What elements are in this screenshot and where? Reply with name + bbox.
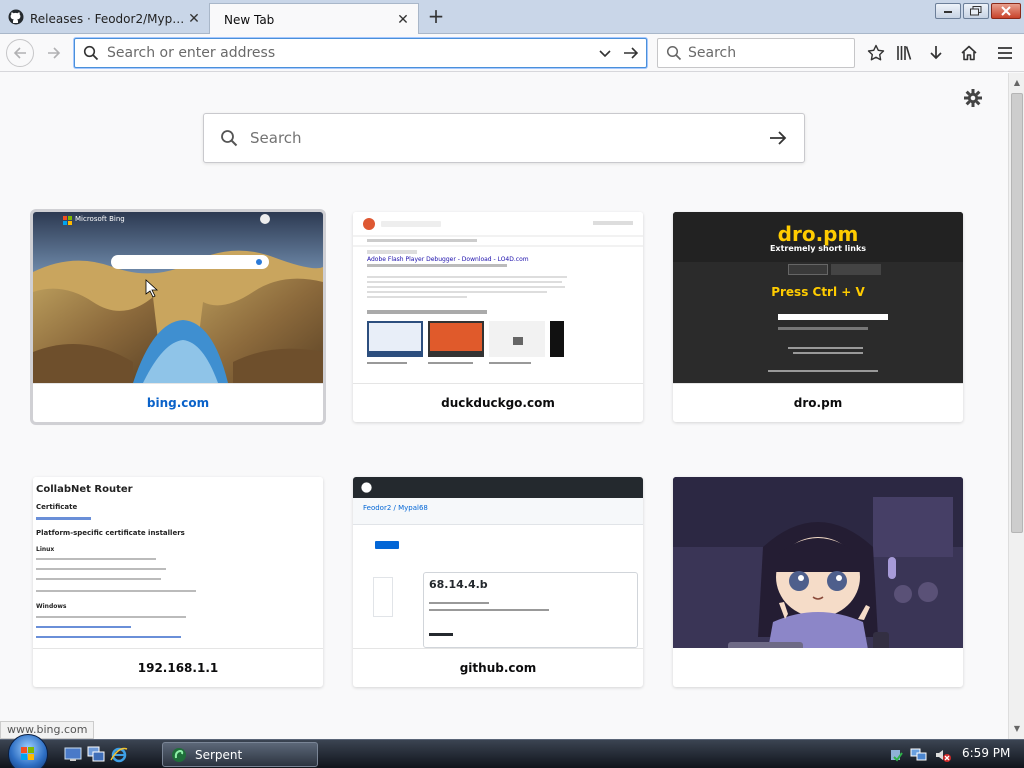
scroll-up-icon[interactable]: ▲: [1009, 75, 1024, 91]
search-input[interactable]: [688, 45, 862, 61]
search-icon: [220, 129, 238, 147]
dropm-thumbnail: dro.pm Extremely short links Press Ctrl …: [673, 212, 963, 383]
dropm-title: dro.pm: [777, 222, 859, 246]
tile-label: dro.pm: [673, 383, 963, 422]
arrow-right-icon: [48, 47, 61, 59]
tab-label: New Tab: [224, 12, 275, 27]
network-icon[interactable]: [910, 747, 928, 763]
top-site-tile-dropm[interactable]: dro.pm Extremely short links Press Ctrl …: [673, 212, 963, 422]
back-button[interactable]: [6, 39, 34, 67]
tab-label: Releases · Feodor2/Mypal68: [30, 11, 187, 26]
top-site-tile-duckduckgo[interactable]: Adobe Flash Player Debugger - Download -…: [353, 212, 643, 422]
bookmark-star-icon[interactable]: [862, 39, 890, 67]
system-tray: [888, 744, 952, 766]
gear-icon[interactable]: [962, 87, 984, 109]
taskbar-app-serpent[interactable]: Serpent: [162, 742, 318, 767]
search-submit-arrow-icon[interactable]: [768, 129, 788, 147]
scroll-down-icon[interactable]: ▼: [1009, 721, 1024, 737]
library-icon[interactable]: [890, 39, 918, 67]
internet-explorer-icon[interactable]: [110, 746, 128, 763]
search-icon: [666, 45, 682, 61]
bing-thumbnail: Microsoft Bing: [33, 212, 323, 383]
github-icon: [8, 9, 24, 28]
scrollbar-thumb[interactable]: [1011, 93, 1023, 533]
minimize-button[interactable]: [935, 3, 961, 19]
dropm-cta: Press Ctrl + V: [771, 285, 865, 299]
tile-label: duckduckgo.com: [353, 383, 643, 422]
dropm-subtitle: Extremely short links: [769, 244, 867, 253]
page-scrollbar[interactable]: ▲ ▼: [1008, 73, 1024, 739]
top-site-tile-router[interactable]: CollabNet Router Certificate Platform-sp…: [33, 477, 323, 687]
tab-new-tab[interactable]: New Tab ✕: [209, 3, 419, 35]
top-site-tile-bing[interactable]: Microsoft Bing bing.com: [33, 212, 323, 422]
search-bar[interactable]: [657, 38, 862, 68]
taskbar-clock[interactable]: 6:59 PM: [962, 746, 1010, 760]
url-bar[interactable]: [74, 38, 647, 68]
windows-taskbar: Serpent 6:59 PM: [0, 734, 1024, 768]
safely-remove-icon[interactable]: [888, 747, 904, 763]
github-thumbnail: Feodor2 / Mypal68 68.14.4.b: [353, 477, 643, 648]
newtab-search-box[interactable]: [203, 113, 805, 163]
tab-releases[interactable]: Releases · Feodor2/Mypal68 ✕: [0, 3, 209, 34]
close-icon[interactable]: ✕: [396, 13, 410, 27]
router-h-installers: Platform-specific certificate installers: [36, 529, 185, 537]
new-tab-button[interactable]: +: [424, 6, 448, 28]
window-close-button[interactable]: [991, 3, 1021, 19]
forward-button[interactable]: [40, 39, 68, 67]
router-title: CollabNet Router: [36, 484, 133, 495]
downloads-icon[interactable]: [922, 39, 950, 67]
ddg-result-title: Adobe Flash Player Debugger - Download -…: [367, 256, 529, 263]
bing-brand-text: Microsoft Bing: [75, 215, 125, 223]
router-h-windows: Windows: [36, 603, 67, 610]
switch-windows-icon[interactable]: [87, 746, 105, 762]
tile-label: github.com: [353, 648, 643, 687]
router-h-certificate: Certificate: [36, 503, 78, 511]
duckduckgo-thumbnail: Adobe Flash Player Debugger - Download -…: [353, 212, 643, 383]
arrow-left-icon: [13, 47, 26, 59]
tile-label: bing.com: [33, 383, 323, 422]
new-tab-page: Microsoft Bing bing.com: [0, 73, 1008, 739]
newtab-search-input[interactable]: [250, 129, 768, 147]
top-site-tile-image[interactable]: [673, 477, 963, 687]
tile-label: 192.168.1.1: [33, 648, 323, 687]
search-icon: [83, 45, 99, 61]
chevron-down-icon[interactable]: [598, 46, 612, 60]
windows-logo-icon: [21, 747, 34, 760]
start-button[interactable]: [8, 734, 48, 768]
show-desktop-icon[interactable]: [64, 746, 82, 762]
router-thumbnail: CollabNet Router Certificate Platform-sp…: [33, 477, 323, 648]
volume-muted-icon[interactable]: [934, 747, 952, 763]
close-icon[interactable]: ✕: [187, 12, 201, 26]
github-release-tag: 68.14.4.b: [429, 578, 488, 591]
github-repo: Feodor2 / Mypal68: [363, 504, 428, 512]
restore-button[interactable]: [963, 3, 989, 19]
tab-strip: Releases · Feodor2/Mypal68 ✕ New Tab ✕ +: [0, 0, 1024, 35]
router-h-linux: Linux: [36, 546, 55, 553]
go-arrow-icon[interactable]: [622, 45, 640, 61]
url-input[interactable]: [107, 45, 598, 61]
home-icon[interactable]: [955, 39, 983, 67]
serpent-app-icon: [171, 747, 187, 763]
top-site-tile-github[interactable]: Feodor2 / Mypal68 68.14.4.b github.com: [353, 477, 643, 687]
anime-girl-thumbnail: [673, 477, 963, 648]
navigation-toolbar: [0, 34, 1024, 72]
task-label: Serpent: [195, 747, 243, 762]
menu-hamburger-icon[interactable]: [991, 39, 1019, 67]
